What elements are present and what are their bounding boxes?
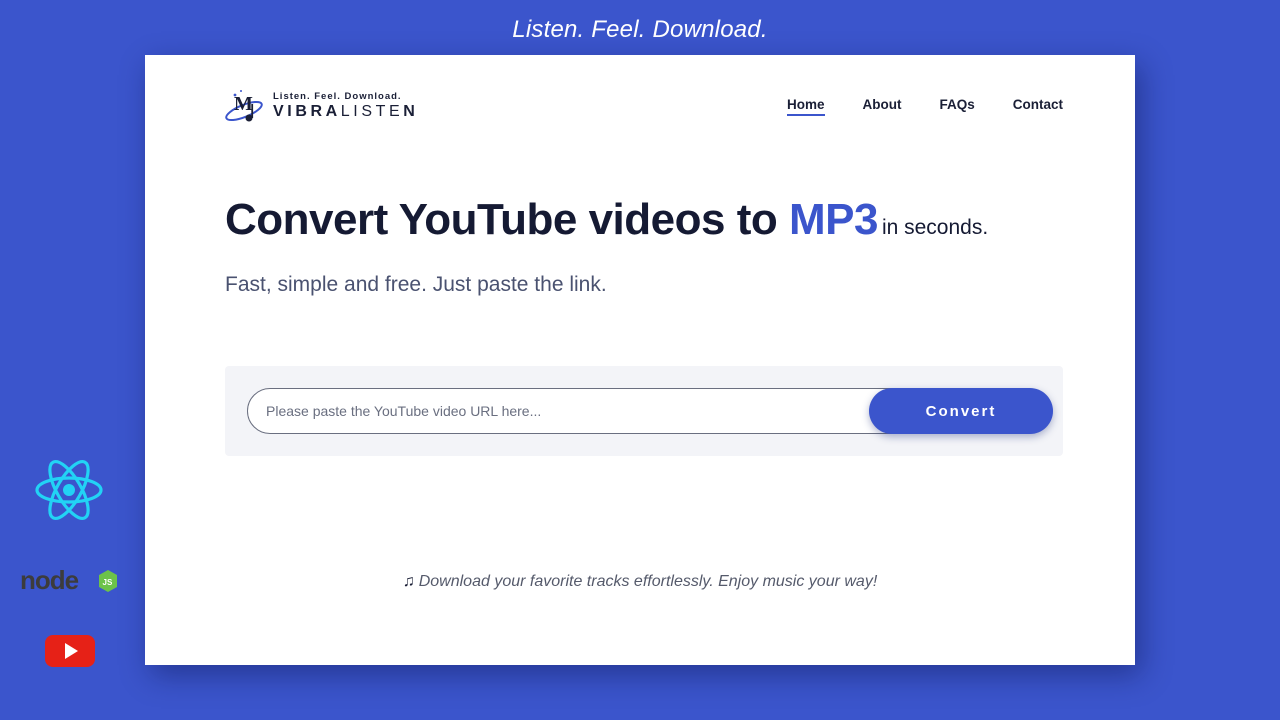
hero-title: Convert YouTube videos to MP3 in seconds. [225,195,988,245]
hero-title-small: in seconds. [881,216,989,239]
youtube-icon [45,635,95,667]
convert-button[interactable]: Convert [869,388,1053,434]
logo-music-icon: M [225,90,263,122]
logo-tagline: Listen. Feel. Download. [273,91,402,102]
nodejs-icon: node JS [20,565,117,595]
logo-name-end: N [403,103,419,120]
browser-window: M Listen. Feel. Download. VIBRALISTEN Ho… [145,55,1135,665]
logo-name-thin: LISTE [340,103,404,120]
react-icon [35,460,103,520]
logo[interactable]: M Listen. Feel. Download. VIBRALISTEN [225,87,445,127]
svg-text:JS: JS [103,578,113,587]
svg-text:M: M [234,93,253,115]
hero-subtitle: Fast, simple and free. Just paste the li… [225,273,607,296]
svg-text:node: node [20,565,79,595]
banner-tagline: Listen. Feel. Download. [512,16,768,43]
converter-panel: Convert [225,366,1063,456]
nav-faqs[interactable]: FAQs [939,97,974,116]
logo-name: VIBRALISTEN [273,103,418,121]
hero-title-accent: MP3 [788,195,878,244]
music-note-icon: ♫ [402,573,415,590]
hero-title-main: Convert YouTube videos to [225,195,789,244]
logo-name-bold: VIBRA [273,103,341,120]
nav-home[interactable]: Home [786,97,825,116]
footer-note: ♫ Download your favorite tracks effortles… [145,573,1135,591]
main-nav: Home About FAQs Contact [786,97,1063,116]
footer-note-text: Download your favorite tracks effortless… [418,573,878,590]
nav-contact[interactable]: Contact [1013,97,1063,116]
nav-about[interactable]: About [863,97,902,116]
